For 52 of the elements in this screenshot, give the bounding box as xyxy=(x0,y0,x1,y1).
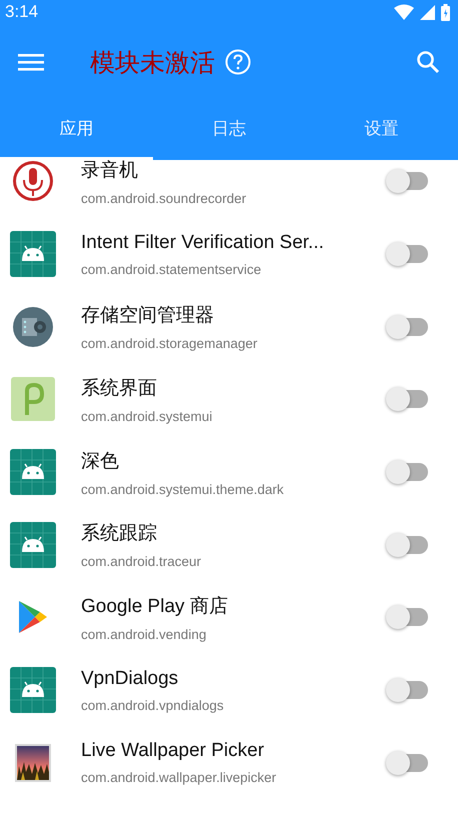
app-row[interactable]: 深色 com.android.systemui.theme.dark xyxy=(0,436,458,508)
app-row[interactable]: Intent Filter Verification Ser... com.android.statementservice xyxy=(0,218,458,290)
package-name: com.android.wallpaper.livepicker xyxy=(81,770,278,786)
app-name: 存储空间管理器 xyxy=(81,304,215,328)
toggle-switch[interactable] xyxy=(388,754,428,772)
wifi-icon xyxy=(394,4,414,20)
android-icon xyxy=(10,449,56,496)
help-icon[interactable] xyxy=(225,49,251,75)
android-icon xyxy=(10,522,56,568)
app-row[interactable]: 存储空间管理器 com.android.storagemanager xyxy=(0,290,458,364)
status-time: 3:14 xyxy=(5,2,38,22)
app-name: Live Wallpaper Picker xyxy=(81,740,266,762)
toggle-switch[interactable] xyxy=(388,536,428,554)
search-button[interactable] xyxy=(416,50,440,74)
package-name: com.android.vending xyxy=(81,626,208,642)
toggle-switch[interactable] xyxy=(388,390,428,408)
package-name: com.android.soundrecorder xyxy=(81,190,248,206)
android-icon xyxy=(10,231,56,278)
package-name: com.android.traceur xyxy=(81,554,202,570)
app-row[interactable]: 系统跟踪 com.android.traceur xyxy=(0,508,458,582)
storage-icon xyxy=(12,306,54,348)
menu-button[interactable] xyxy=(18,52,44,72)
app-row[interactable]: 录音机 com.android.soundrecorder xyxy=(0,160,458,218)
battery-icon xyxy=(441,4,450,20)
toolbar-title: 模块未激活 xyxy=(90,48,215,78)
toggle-switch[interactable] xyxy=(388,463,428,482)
app-row[interactable]: VpnDialogs com.android.vpndialogs xyxy=(0,654,458,726)
toggle-switch[interactable] xyxy=(388,608,428,626)
package-name: com.android.storagemanager xyxy=(81,336,258,352)
app-row[interactable]: Google Play 商店 com.android.vending xyxy=(0,581,458,654)
app-name: VpnDialogs xyxy=(81,668,180,690)
toggle-switch[interactable] xyxy=(388,245,428,264)
app-name: 系统跟踪 xyxy=(81,522,158,546)
letter-p-icon xyxy=(10,377,54,422)
app-name: Intent Filter Verification Ser... xyxy=(81,232,325,254)
app-name: 深色 xyxy=(81,450,120,474)
android-icon xyxy=(10,667,56,714)
toggle-switch[interactable] xyxy=(388,318,428,336)
package-name: com.android.vpndialogs xyxy=(81,698,225,713)
app-name: 录音机 xyxy=(81,160,139,183)
app-row[interactable]: 系统界面 com.android.systemui xyxy=(0,363,458,436)
app-name: 系统界面 xyxy=(81,376,158,401)
package-name: com.android.systemui xyxy=(81,408,214,424)
toggle-switch[interactable] xyxy=(388,681,428,700)
play-store-icon xyxy=(18,600,48,634)
microphone-icon xyxy=(12,160,54,202)
package-name: com.android.statementservice xyxy=(81,262,262,277)
toggle-switch[interactable] xyxy=(388,172,428,190)
app-name: Google Play 商店 xyxy=(81,594,229,619)
package-name: com.android.systemui.theme.dark xyxy=(81,482,285,497)
app-row[interactable]: Live Wallpaper Picker com.android.wallpaper.livepicker xyxy=(0,726,458,800)
signal-icon xyxy=(420,4,435,20)
